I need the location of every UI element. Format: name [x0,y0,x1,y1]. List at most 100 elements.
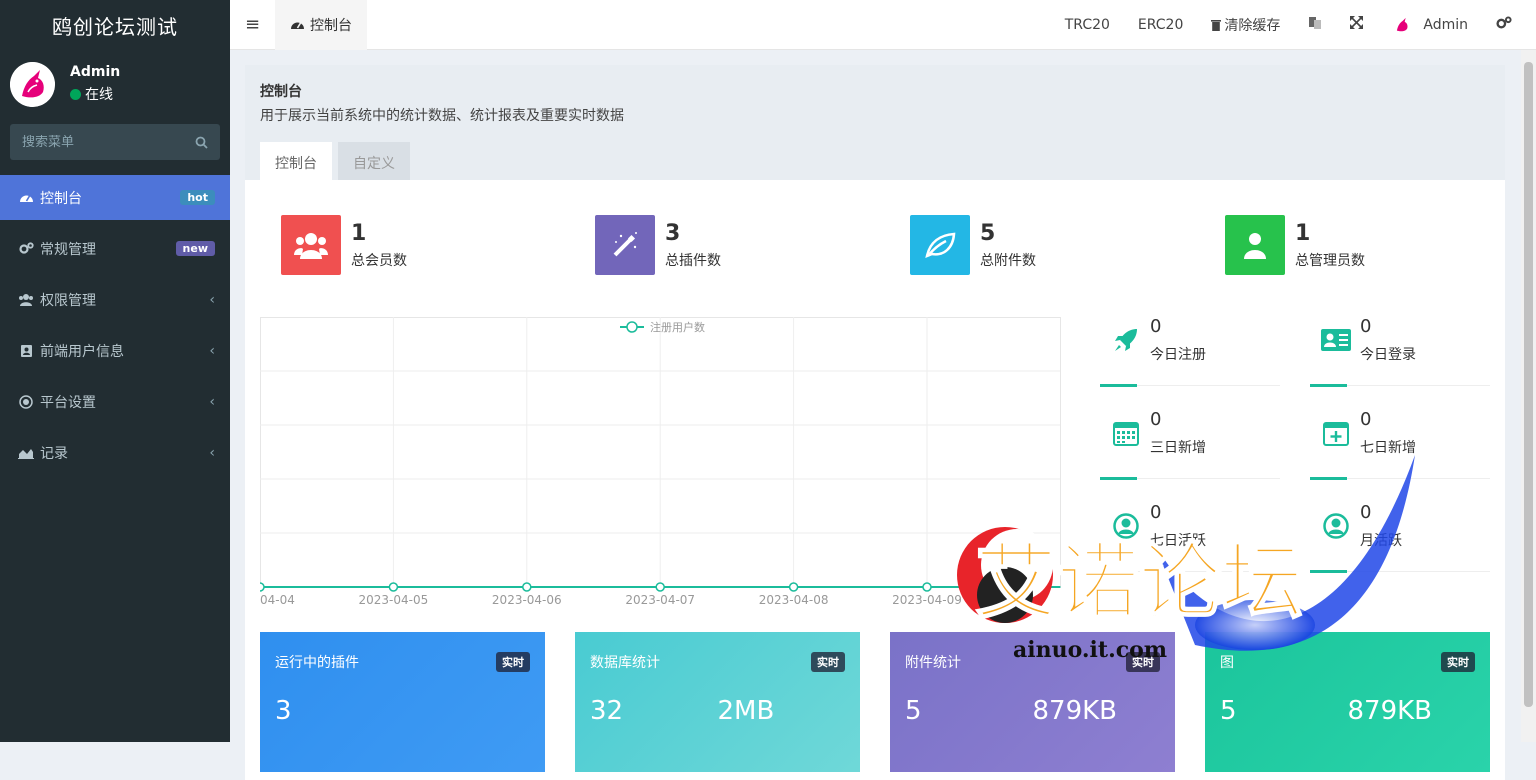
tab-custom[interactable]: 自定义 [338,142,410,183]
mini-stat-label: 今日登录 [1360,347,1416,363]
stat-value: 1 [351,220,367,246]
sidebar: 鸥创论坛测试 Admin 在线 控制台 hot 常规管理 new 权限管理 ‹ [0,0,230,742]
mini-stat-seven-day: 0 七日新增 [1310,409,1490,480]
stat-plugins: 3 总插件数 [595,215,721,275]
tab-label: 控制台 [310,17,352,34]
panel-tabs: 控制台 自定义 [260,142,1490,183]
mini-stat-value: 0 [1150,502,1162,523]
area-chart-icon [18,447,34,459]
realtime-badge: 实时 [496,652,530,672]
users-icon [294,233,328,259]
page-title: 控制台 [260,84,302,100]
realtime-badge: 实时 [1441,652,1475,672]
header-user-name: Admin [1423,16,1468,33]
new-badge: new [175,241,215,256]
magic-icon [613,232,637,257]
chart-point [655,582,665,592]
rocket-icon [1110,324,1142,356]
sidebar-item-label: 权限管理 [40,292,96,309]
sidebar-item-label: 记录 [40,445,68,462]
mini-stat-divider [1100,477,1280,480]
card-value-secondary: 879KB [1347,696,1433,726]
sidebar-item-frontend-users[interactable]: 前端用户信息 ‹ [0,328,230,373]
stat-icon-box [910,215,970,275]
stat-label: 总管理员数 [1295,252,1365,269]
language-toggle[interactable] [1294,0,1336,50]
stat-label: 总插件数 [665,252,721,269]
sidebar-item-dashboard[interactable]: 控制台 hot [0,175,230,220]
mini-stat-divider [1310,477,1490,480]
mini-stat-divider [1310,570,1490,573]
menu-toggle-icon[interactable]: ≡ [230,0,275,50]
card-database: 数据库统计 实时 32 2MB [575,632,860,772]
card-title: 运行中的插件 [275,655,359,671]
stat-icon-box [1225,215,1285,275]
card-running-plugins: 运行中的插件 实时 3 [260,632,545,772]
card-value: 32 [590,696,624,726]
dashboard-icon [18,191,34,204]
card-value: 3 [275,696,292,726]
user-circle-icon [1320,510,1352,542]
chart-x-tick-label: 2023-04-07 [625,593,695,607]
chart-legend-marker [626,321,638,333]
mini-stat-divider [1100,384,1280,387]
target-icon [18,394,34,409]
chevron-left-icon: ‹ [209,393,215,410]
app-title[interactable]: 鸥创论坛测试 [0,0,230,50]
register-users-line-chart: 04-04 2023-04-05 2023-04-06 2023-04-07 2023-… [260,317,1061,607]
card-value: 5 [905,696,922,726]
dashboard-icon [290,18,305,31]
top-header: ≡ 控制台 TRC20 ERC20 清除缓存 Admin [230,0,1536,50]
sidebar-item-platform-settings[interactable]: 平台设置 ‹ [0,379,230,424]
mini-stat-seven-day-active: 0 七日活跃 [1100,502,1280,573]
realtime-badge: 实时 [811,652,845,672]
page-description: 用于展示当前系统中的统计数据、统计报表及重要实时数据 [260,108,624,124]
translate-icon [1308,16,1322,34]
mini-stat-value: 0 [1150,316,1162,337]
user-menu[interactable]: Admin [1377,0,1482,50]
sidebar-item-general[interactable]: 常规管理 new [0,226,230,271]
cogs-icon [18,242,34,255]
search-icon[interactable] [195,136,208,149]
mini-stat-month-active: 0 月活跃 [1310,502,1490,573]
user-status: 在线 [70,84,120,104]
card-title: 附件统计 [905,655,961,671]
online-dot-icon [70,88,81,100]
mini-stat-label: 今日注册 [1150,347,1206,363]
mini-stat-label: 七日新增 [1360,440,1416,456]
stat-label: 总会员数 [351,252,407,269]
chart-x-tick-label: 2023-04-05 [359,593,429,607]
erc20-link[interactable]: ERC20 [1124,0,1197,50]
page-scrollbar[interactable] [1521,50,1536,742]
unicorn-avatar-icon [10,61,55,107]
stat-admins: 1 总管理员数 [1225,215,1365,275]
stat-icon-box [281,215,341,275]
tab-dashboard-panel[interactable]: 控制台 [260,142,332,183]
mini-stat-value: 0 [1360,409,1372,430]
search-input[interactable] [22,134,172,150]
mini-stat-label: 七日活跃 [1150,533,1206,549]
sidebar-item-records[interactable]: 记录 ‹ [0,430,230,475]
chart-point [522,582,532,592]
clear-cache-label: 清除缓存 [1224,17,1281,34]
card-value-secondary: 2MB [717,696,775,726]
stat-value: 5 [980,220,996,246]
scroll-thumb[interactable] [1524,62,1533,707]
trc20-link[interactable]: TRC20 [1051,0,1124,50]
clear-cache-button[interactable]: 清除缓存 [1197,0,1294,50]
leaf-icon [925,232,956,258]
stat-label: 总附件数 [980,252,1036,269]
chevron-left-icon: ‹ [209,291,215,308]
chart-point [388,582,399,592]
card-value-secondary: 879KB [1032,696,1118,726]
tab-dashboard[interactable]: 控制台 [275,0,367,50]
menu-search [10,124,220,160]
sidebar-item-label: 平台设置 [40,394,96,411]
settings-toggle[interactable] [1482,0,1536,50]
user-icon [1244,233,1266,259]
sidebar-item-permissions[interactable]: 权限管理 ‹ [0,277,230,322]
chevron-left-icon: ‹ [209,342,215,359]
fullscreen-toggle[interactable] [1336,0,1377,50]
panel-heading: 控制台 用于展示当前系统中的统计数据、统计报表及重要实时数据 控制台 自定义 [245,65,1505,183]
realtime-badge: 实时 [1126,652,1160,672]
